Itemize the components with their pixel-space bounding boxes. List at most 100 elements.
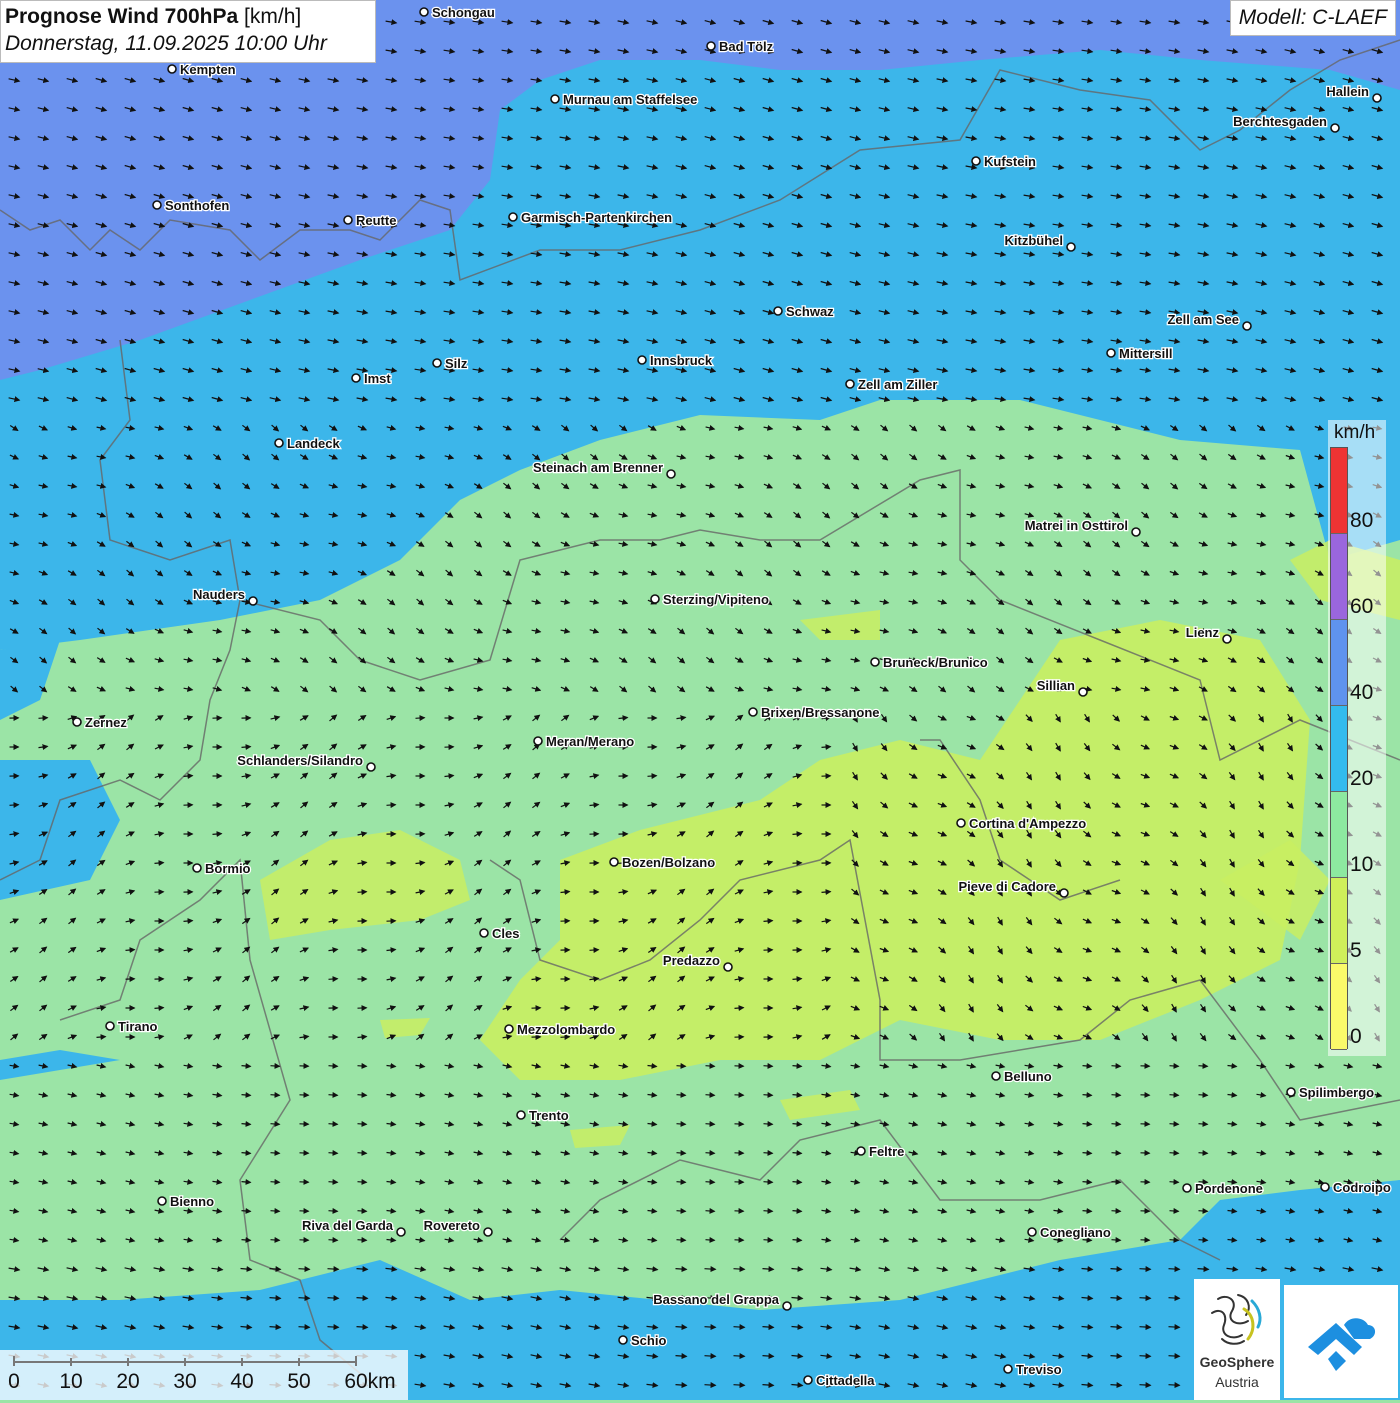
- wind-arrow: [328, 1327, 339, 1328]
- legend-label: 80: [1350, 509, 1373, 533]
- place-dot: [158, 1197, 166, 1205]
- place-label: Pieve di Cadore: [958, 879, 1056, 894]
- place-marker[interactable]: Garmisch-Partenkirchen: [509, 210, 672, 225]
- forecast-datetime: Donnerstag, 11.09.2025 10:00 Uhr: [5, 31, 369, 57]
- wind-arrow: [358, 1124, 367, 1125]
- place-label: Innsbruck: [650, 353, 713, 368]
- wind-arrow: [329, 1066, 338, 1067]
- scale-ticks: [0, 1352, 408, 1372]
- wind-arrow: [126, 950, 135, 951]
- wind-arrow: [734, 1356, 745, 1357]
- wind-arrow: [1112, 1124, 1121, 1125]
- legend-label: 40: [1350, 681, 1373, 705]
- wind-arrow: [677, 1182, 686, 1183]
- weather-app-logo[interactable]: [1284, 1285, 1398, 1398]
- wind-arrow: [676, 1385, 687, 1386]
- place-dot: [707, 42, 715, 50]
- place-dot: [344, 216, 352, 224]
- place-marker[interactable]: Mezzolombardo: [505, 1022, 615, 1037]
- wind-arrow: [329, 1182, 338, 1183]
- wind-arrow: [242, 1182, 251, 1183]
- place-marker[interactable]: Murnau am Staffelsee: [551, 92, 697, 107]
- place-marker[interactable]: Sonthofen: [153, 198, 229, 213]
- wind-arrow: [1112, 1095, 1121, 1096]
- wind-arrow: [822, 747, 831, 748]
- wind-arrow: [328, 1269, 339, 1270]
- place-marker[interactable]: Sterzing/Vipiteno: [651, 592, 769, 607]
- place-marker[interactable]: Bruneck/Brunico: [871, 655, 988, 670]
- wind-arrow: [648, 776, 657, 777]
- wind-arrow: [676, 1356, 687, 1357]
- wind-arrow: [242, 1124, 251, 1125]
- wind-arrow: [764, 1066, 773, 1067]
- wind-arrow: [1199, 1124, 1208, 1125]
- wind-arrow: [706, 1066, 715, 1067]
- wind-arrow: [184, 921, 193, 922]
- legend-label: 60: [1350, 595, 1373, 619]
- place-label: Kempten: [180, 62, 236, 77]
- wind-arrow: [271, 1182, 280, 1183]
- wind-arrow: [706, 1095, 715, 1096]
- wind-arrow: [299, 1327, 310, 1328]
- place-marker[interactable]: Conegliano: [1028, 1225, 1111, 1240]
- place-label: Meran/Merano: [546, 734, 634, 749]
- wind-arrow: [764, 1240, 773, 1241]
- place-label: Cittadella: [816, 1373, 875, 1388]
- wind-arrow: [155, 863, 164, 864]
- place-dot: [724, 963, 732, 971]
- wind-arrow: [734, 1385, 745, 1386]
- place-label: Zell am See: [1167, 312, 1239, 327]
- wind-arrow: [590, 950, 599, 951]
- place-dot: [367, 763, 375, 771]
- place-label: Schio: [631, 1333, 666, 1348]
- place-marker[interactable]: Spilimbergo: [1287, 1085, 1374, 1100]
- wind-arrow: [1140, 1327, 1151, 1328]
- wind-arrow: [358, 1095, 367, 1096]
- place-label: Bruneck/Brunico: [883, 655, 988, 670]
- wind-arrow: [1083, 1211, 1092, 1212]
- place-label: Rovereto: [424, 1218, 480, 1233]
- place-label: Conegliano: [1040, 1225, 1111, 1240]
- place-marker[interactable]: Brixen/Bressanone: [749, 705, 880, 720]
- place-dot: [1067, 243, 1075, 251]
- place-marker[interactable]: Zell am Ziller: [846, 377, 937, 392]
- wind-arrow: [677, 1153, 686, 1154]
- wind-arrow: [1111, 1356, 1122, 1357]
- wind-arrow: [1170, 1153, 1179, 1154]
- place-dot: [106, 1022, 114, 1030]
- place-marker[interactable]: Innsbruck: [638, 353, 713, 368]
- wind-arrow: [184, 776, 193, 777]
- place-marker[interactable]: Cortina d'Ampezzo: [957, 816, 1086, 831]
- wind-arrow: [734, 1269, 745, 1270]
- wind-arrow: [299, 1298, 310, 1299]
- place-label: Mezzolombardo: [517, 1022, 615, 1037]
- wind-arrow: [270, 1298, 281, 1299]
- wind-arrow: [1170, 1182, 1179, 1183]
- scale-label: 20: [116, 1370, 139, 1394]
- place-marker[interactable]: Meran/Merano: [534, 734, 634, 749]
- legend-label: 5: [1350, 939, 1362, 963]
- wind-arrow: [242, 1153, 251, 1154]
- geosphere-logo[interactable]: GeoSphere Austria: [1194, 1279, 1280, 1400]
- wind-arrow: [357, 1298, 368, 1299]
- wind-arrow: [1170, 1124, 1179, 1125]
- place-label: Silz: [445, 356, 468, 371]
- legend-label: 20: [1350, 767, 1373, 791]
- legend-color-segment: [1331, 878, 1347, 964]
- place-marker[interactable]: Pordenone: [1183, 1181, 1263, 1196]
- place-dot: [1107, 349, 1115, 357]
- wind-arrow: [1169, 1385, 1180, 1386]
- place-dot: [509, 213, 517, 221]
- wind-arrow: [706, 1124, 715, 1125]
- wind-arrow: [1140, 1385, 1151, 1386]
- scale-label: 30: [173, 1370, 196, 1394]
- place-marker[interactable]: Bozen/Bolzano: [610, 855, 715, 870]
- place-label: Reutte: [356, 213, 396, 228]
- place-marker[interactable]: Schongau: [420, 5, 495, 20]
- wind-arrow: [242, 1240, 251, 1241]
- place-label: Steinach am Brenner: [533, 460, 663, 475]
- wind-arrow: [328, 1298, 339, 1299]
- scale-label: 50: [287, 1370, 310, 1394]
- legend-color-segment: [1331, 620, 1347, 706]
- place-label: Pordenone: [1195, 1181, 1263, 1196]
